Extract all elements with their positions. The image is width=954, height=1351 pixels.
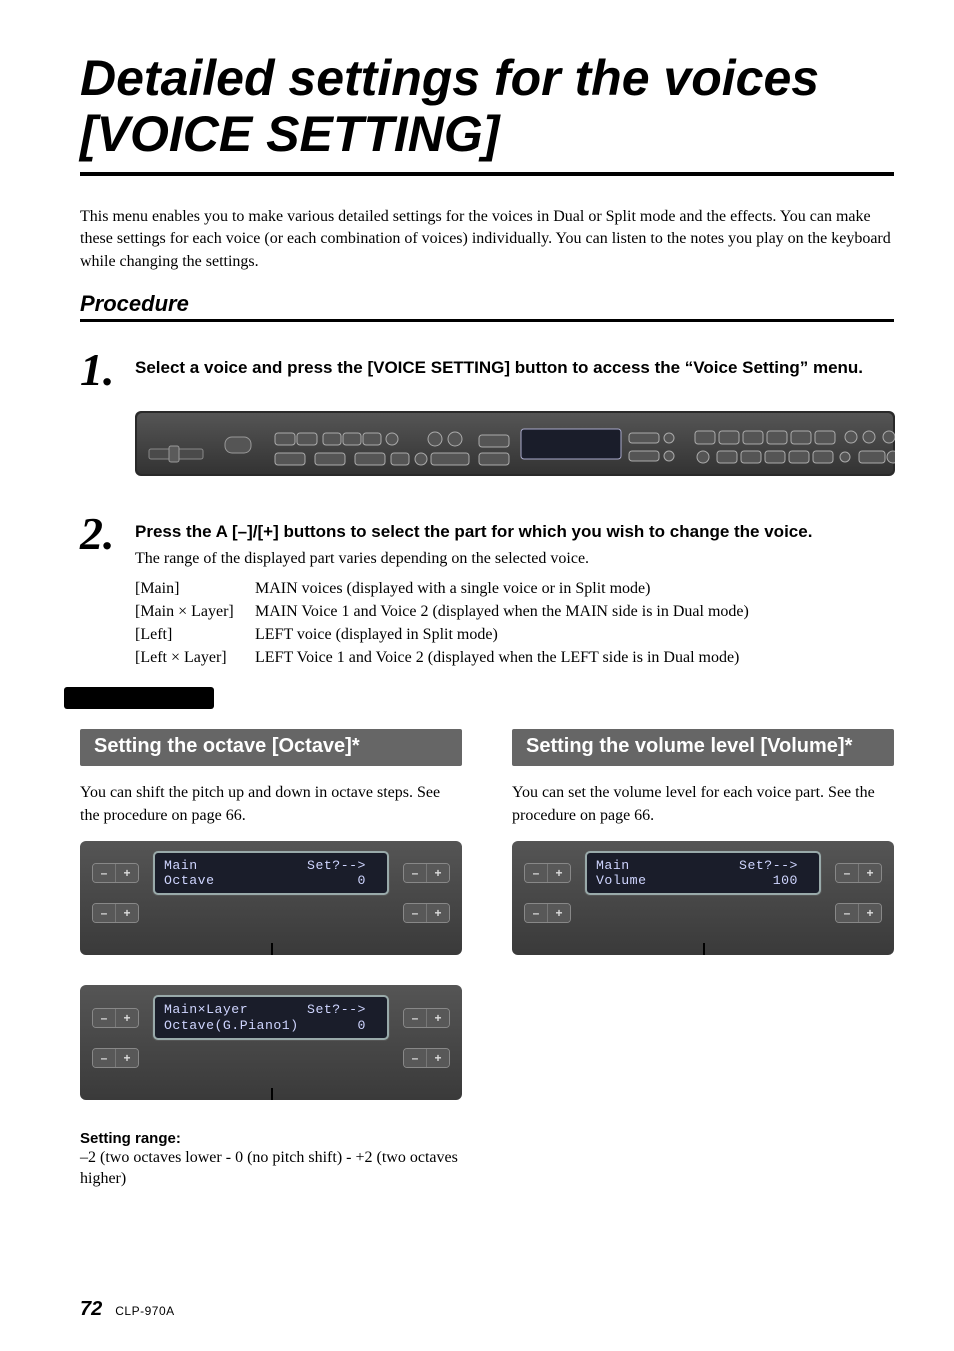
page-title: Detailed settings for the voices [VOICE … xyxy=(80,50,894,176)
model-name: CLP-970A xyxy=(115,1304,174,1318)
volume-heading: Setting the volume level [Volume]* xyxy=(512,729,894,766)
minus-button[interactable]: – xyxy=(93,904,116,922)
d-minus-plus-buttons[interactable]: – + xyxy=(835,903,882,923)
plus-button[interactable]: + xyxy=(116,904,138,922)
c-minus-plus-buttons[interactable]: – + xyxy=(403,1008,450,1028)
instrument-panel-illustration xyxy=(135,411,894,481)
step-number: 1. xyxy=(80,347,135,393)
plus-button[interactable]: + xyxy=(548,904,570,922)
lcd-octave-main: – + Main Set?--> Octave 0 – + xyxy=(80,841,462,955)
setting-range-text: –2 (two octaves lower - 0 (no pitch shif… xyxy=(80,1147,462,1190)
step-title: Select a voice and press the [VOICE SETT… xyxy=(135,357,894,380)
procedure-heading: Procedure xyxy=(80,291,894,322)
part-key: [Main] xyxy=(135,577,255,600)
minus-button[interactable]: – xyxy=(836,864,859,882)
octave-section: Setting the octave [Octave]* You can shi… xyxy=(80,729,462,1190)
plus-button[interactable]: + xyxy=(859,904,881,922)
plus-button[interactable]: + xyxy=(116,864,138,882)
lcd-screen: Main×Layer Set?--> Octave(G.Piano1) 0 xyxy=(153,995,389,1039)
lcd-volume: – + Main Set?--> Volume 100 – + xyxy=(512,841,894,955)
minus-button[interactable]: – xyxy=(93,1049,116,1067)
panel-svg xyxy=(135,411,895,476)
callout-mark xyxy=(703,943,705,955)
b-minus-plus-buttons[interactable]: – + xyxy=(92,903,139,923)
part-key: [Main × Layer] xyxy=(135,600,255,623)
plus-button[interactable]: + xyxy=(427,1009,449,1027)
a-minus-plus-buttons[interactable]: – + xyxy=(92,1008,139,1028)
setting-range-label: Setting range: xyxy=(80,1130,462,1147)
plus-button[interactable]: + xyxy=(427,864,449,882)
plus-button[interactable]: + xyxy=(548,864,570,882)
d-minus-plus-buttons[interactable]: – + xyxy=(403,1048,450,1068)
callout-mark xyxy=(271,943,273,955)
parts-table: [Main]MAIN voices (displayed with a sing… xyxy=(135,577,894,670)
intro-paragraph: This menu enables you to make various de… xyxy=(80,206,894,273)
octave-text: You can shift the pitch up and down in o… xyxy=(80,782,462,827)
c-minus-plus-buttons[interactable]: – + xyxy=(835,863,882,883)
b-minus-plus-buttons[interactable]: – + xyxy=(92,1048,139,1068)
minus-button[interactable]: – xyxy=(93,1009,116,1027)
b-minus-plus-buttons[interactable]: – + xyxy=(524,903,571,923)
lcd-screen: Main Set?--> Octave 0 xyxy=(153,851,389,895)
volume-section: Setting the volume level [Volume]* You c… xyxy=(512,729,894,1190)
octave-heading: Setting the octave [Octave]* xyxy=(80,729,462,766)
minus-button[interactable]: – xyxy=(404,1049,427,1067)
part-key: [Left] xyxy=(135,623,255,646)
minus-button[interactable]: – xyxy=(525,904,548,922)
d-minus-plus-buttons[interactable]: – + xyxy=(403,903,450,923)
volume-text: You can set the volume level for each vo… xyxy=(512,782,894,827)
part-desc: LEFT voice (displayed in Split mode) xyxy=(255,623,894,646)
footer: 72 CLP-970A xyxy=(80,1298,175,1321)
plus-button[interactable]: + xyxy=(116,1009,138,1027)
step-title: Press the A [–]/[+] buttons to select th… xyxy=(135,521,894,544)
plus-button[interactable]: + xyxy=(427,1049,449,1067)
part-desc: LEFT Voice 1 and Voice 2 (displayed when… xyxy=(255,646,894,669)
part-desc: MAIN Voice 1 and Voice 2 (displayed when… xyxy=(255,600,894,623)
step-description: The range of the displayed part varies d… xyxy=(135,548,894,570)
part-desc: MAIN voices (displayed with a single voi… xyxy=(255,577,894,600)
plus-button[interactable]: + xyxy=(427,904,449,922)
lcd-octave-layer: – + Main×Layer Set?--> Octave(G.Piano1) … xyxy=(80,985,462,1099)
minus-button[interactable]: – xyxy=(93,864,116,882)
separator-bar xyxy=(64,687,214,709)
step-1: 1. Select a voice and press the [VOICE S… xyxy=(80,347,894,393)
plus-button[interactable]: + xyxy=(116,1049,138,1067)
minus-button[interactable]: – xyxy=(404,864,427,882)
minus-button[interactable]: – xyxy=(525,864,548,882)
lcd-screen: Main Set?--> Volume 100 xyxy=(585,851,821,895)
a-minus-plus-buttons[interactable]: – + xyxy=(92,863,139,883)
callout-mark xyxy=(271,1088,273,1100)
plus-button[interactable]: + xyxy=(859,864,881,882)
part-key: [Left × Layer] xyxy=(135,646,255,669)
a-minus-plus-buttons[interactable]: – + xyxy=(524,863,571,883)
minus-button[interactable]: – xyxy=(836,904,859,922)
minus-button[interactable]: – xyxy=(404,1009,427,1027)
c-minus-plus-buttons[interactable]: – + xyxy=(403,863,450,883)
page-number: 72 xyxy=(80,1298,102,1320)
step-2: 2. Press the A [–]/[+] buttons to select… xyxy=(80,511,894,669)
step-number: 2. xyxy=(80,511,135,557)
minus-button[interactable]: – xyxy=(404,904,427,922)
